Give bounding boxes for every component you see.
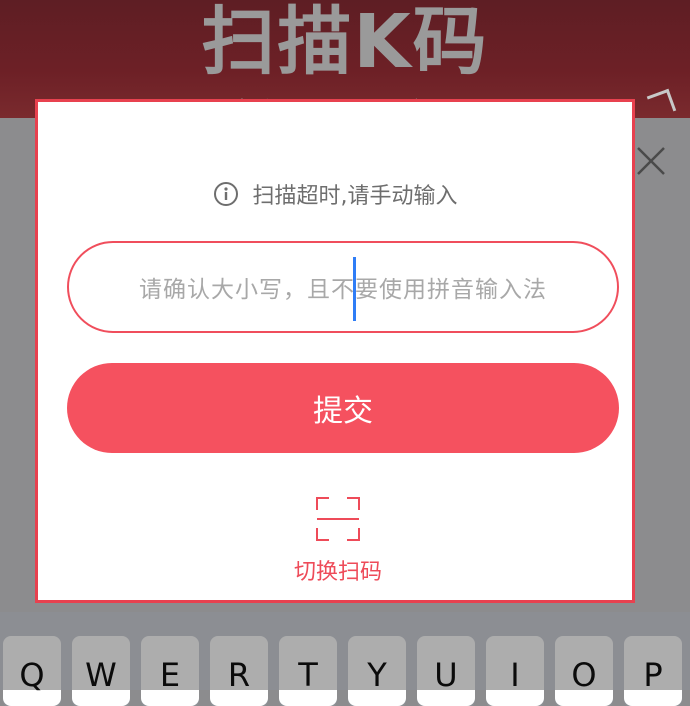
switch-to-scan-button[interactable]: 切换扫码 [278,496,398,592]
hint-text: 扫描超时,请手动输入 [252,184,458,209]
timeout-hint: 扫描超时,请手动输入 [38,178,632,210]
submit-button[interactable]: 提交 [67,363,619,453]
code-input-field[interactable]: 请确认大小写，且不要使用拼音输入法 [67,241,619,333]
key-r[interactable]: R [210,636,268,706]
key-i[interactable]: I [486,636,544,706]
scan-frame-icon [316,497,360,541]
manual-input-dialog: 扫描超时,请手动输入 请确认大小写，且不要使用拼音输入法 提交 切换扫码 [35,99,635,603]
text-caret [353,257,356,321]
key-w[interactable]: W [72,636,130,706]
key-e[interactable]: E [141,636,199,706]
key-y[interactable]: Y [348,636,406,706]
key-o[interactable]: O [555,636,613,706]
switch-scan-label: 切换扫码 [293,560,382,585]
close-icon [637,147,665,175]
key-t[interactable]: T [279,636,337,706]
close-button[interactable] [632,142,670,180]
on-screen-keyboard: Q W E R T Y U I O P [0,612,690,706]
info-circle-icon [213,182,238,206]
key-p[interactable]: P [624,636,682,706]
key-u[interactable]: U [417,636,475,706]
input-placeholder: 请确认大小写，且不要使用拼音输入法 [139,277,547,303]
key-q[interactable]: Q [3,636,61,706]
